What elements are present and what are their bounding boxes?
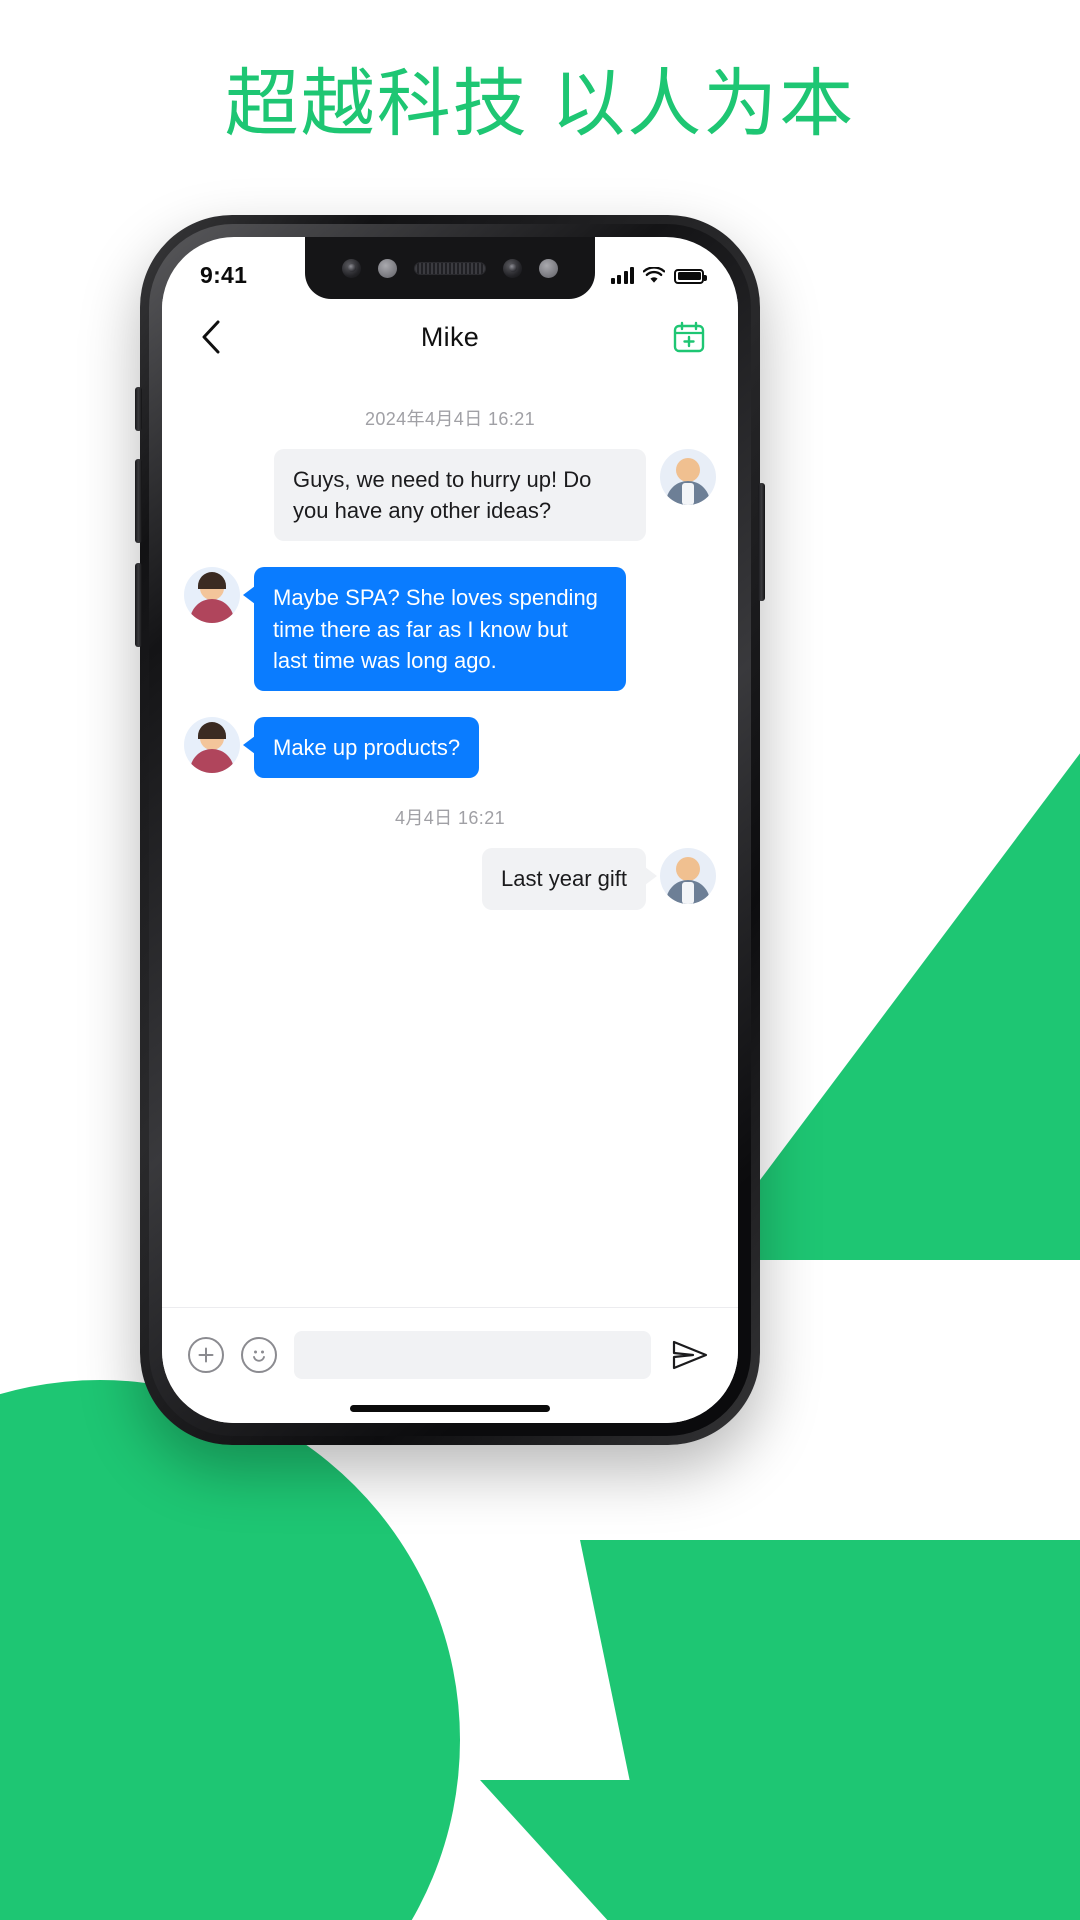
bubble-tail — [243, 736, 255, 755]
message-list[interactable]: 2024年4月4日 16:21 Guys, we need to hurry u… — [162, 375, 738, 1307]
phone-notch — [305, 237, 595, 299]
message-row: Last year gift — [184, 848, 716, 910]
message-row: Make up products? — [184, 717, 716, 779]
message-text-input[interactable] — [294, 1330, 651, 1379]
date-divider: 2024年4月4日 16:21 — [364, 409, 536, 429]
phone-mockup: 9:41 Mike 2024年4月4日 16:21 Guys, we need … — [135, 215, 765, 1445]
screenshot-root: 超越科技 以人为本 9:41 Mike 2024年4月4日 16:21 Guys… — [0, 0, 1080, 1920]
calendar-add-button[interactable] — [668, 316, 710, 358]
avatar[interactable] — [660, 848, 716, 905]
calendar-add-icon — [673, 321, 705, 353]
message-row: Maybe SPA? She loves spending time there… — [184, 567, 716, 692]
plus-circle-icon[interactable] — [188, 1336, 224, 1373]
avatar[interactable] — [660, 449, 716, 505]
earpiece-speaker-icon — [414, 261, 486, 275]
smiley-glyph-icon — [253, 1350, 265, 1362]
plus-glyph-icon — [198, 1347, 214, 1362]
message-bubble[interactable]: Make up products? — [243, 717, 480, 779]
avatar[interactable] — [184, 567, 240, 624]
proximity-sensor-icon — [378, 258, 397, 278]
battery-icon — [674, 268, 707, 284]
date-divider: 4月4日 16:21 — [394, 808, 506, 829]
chevron-left-icon — [202, 320, 220, 354]
avatar[interactable] — [184, 717, 240, 774]
smiley-face-icon[interactable] — [241, 1336, 277, 1373]
status-icons-group — [610, 266, 707, 284]
front-camera-icon — [342, 258, 361, 278]
phone-power-button[interactable] — [758, 483, 765, 601]
phone-screen: 9:41 Mike 2024年4月4日 16:21 Guys, we need … — [162, 237, 738, 1423]
message-bubble[interactable]: Maybe SPA? She loves spending time there… — [243, 567, 626, 692]
phone-volume-up-button[interactable] — [135, 459, 142, 543]
bubble-tail — [645, 867, 657, 886]
phone-volume-down-button[interactable] — [135, 563, 142, 647]
ir-camera-icon — [503, 258, 522, 278]
decorative-green-circle-bottom-left — [0, 1380, 460, 1920]
phone-mute-switch[interactable] — [135, 387, 142, 431]
send-button[interactable] — [668, 1333, 712, 1377]
dot-projector-icon — [539, 258, 558, 278]
page-headline: 超越科技 以人为本 — [224, 62, 856, 145]
message-bubble[interactable]: Guys, we need to hurry up! Do you have a… — [274, 449, 646, 542]
back-button[interactable] — [190, 316, 232, 358]
chat-header: Mike — [162, 299, 738, 375]
message-bubble[interactable]: Last year gift — [482, 848, 657, 910]
message-row: Guys, we need to hurry up! Do you have a… — [184, 449, 716, 542]
wifi-icon — [643, 266, 665, 283]
home-indicator[interactable] — [350, 1405, 550, 1412]
send-paper-plane-icon — [672, 1340, 708, 1369]
bubble-tail — [243, 586, 255, 605]
page-title: Mike — [420, 321, 480, 352]
status-time: 9:41 — [200, 261, 248, 288]
cellular-bars-icon — [610, 266, 634, 284]
decorative-green-strip-bottom — [480, 1780, 1080, 1920]
